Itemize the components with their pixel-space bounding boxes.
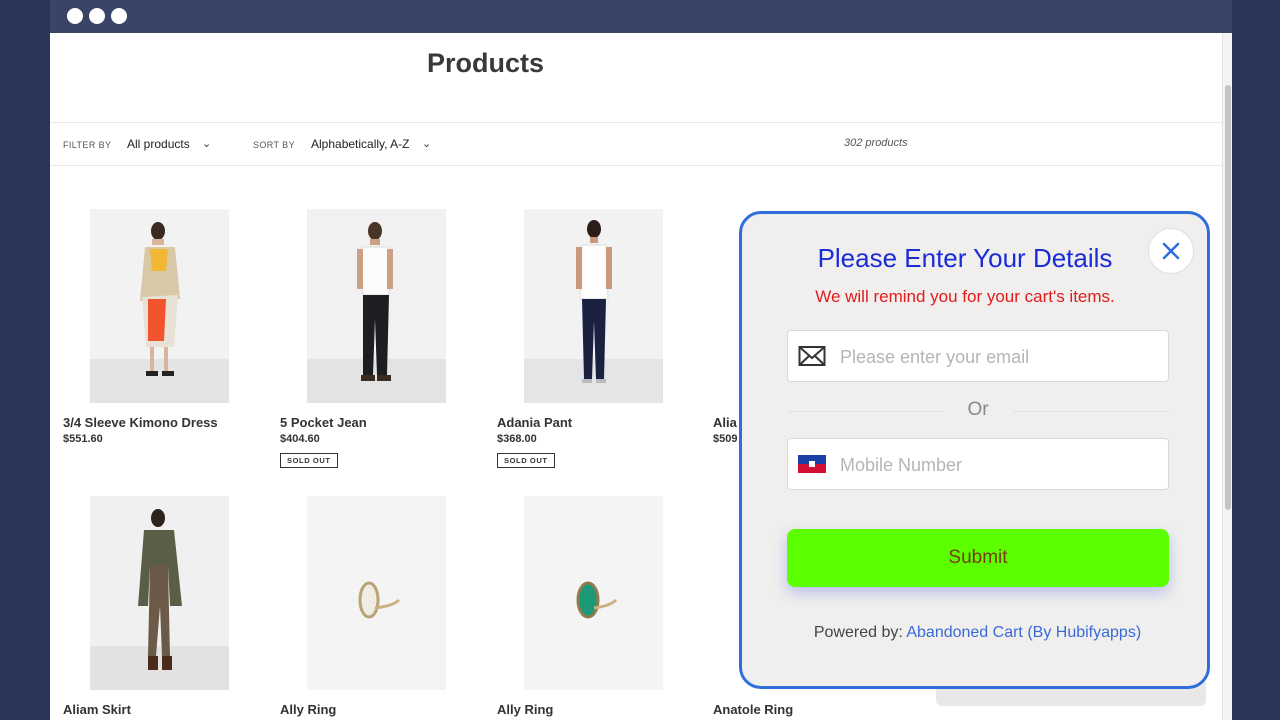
product-image[interactable] (90, 209, 229, 403)
email-field[interactable] (787, 330, 1169, 382)
sold-out-badge: SOLD OUT (280, 453, 338, 468)
product-name[interactable]: Anatole Ring (713, 702, 793, 717)
powered-by-link[interactable]: Abandoned Cart (By Hubifyapps) (906, 624, 1141, 641)
scrollbar[interactable] (1222, 33, 1232, 720)
product-image[interactable] (307, 209, 446, 403)
divider (50, 165, 1222, 166)
product-name[interactable]: Aliam Skirt (63, 702, 131, 717)
product-image[interactable] (90, 496, 229, 690)
product-price: $509 (713, 433, 738, 445)
filter-select[interactable]: All products (127, 137, 190, 151)
product-name[interactable]: Adania Pant (497, 415, 572, 430)
email-input[interactable] (840, 344, 1160, 370)
product-name[interactable]: 5 Pocket Jean (280, 415, 367, 430)
details-popup: Please Enter Your Details We will remind… (739, 211, 1210, 689)
product-name[interactable]: Ally Ring (280, 702, 336, 717)
product-image[interactable] (524, 209, 663, 403)
product-name[interactable]: Alia (713, 415, 737, 430)
title-bar (50, 0, 1232, 33)
submit-button[interactable]: Submit (787, 529, 1169, 587)
product-image[interactable] (307, 496, 446, 690)
product-price: $404.60 (280, 433, 320, 445)
product-price: $551.60 (63, 433, 103, 445)
envelope-icon (798, 346, 826, 366)
window-minimize-dot[interactable] (89, 8, 105, 24)
window-close-dot[interactable] (67, 8, 83, 24)
divider (50, 122, 1222, 123)
sold-out-badge: SOLD OUT (497, 453, 555, 468)
chevron-down-icon[interactable]: ⌄ (202, 137, 211, 150)
popup-title: Please Enter Your Details (817, 243, 1113, 273)
page-title: Products (427, 48, 545, 78)
powered-by: Powered by: Abandoned Cart (By Hubifyapp… (742, 624, 1213, 642)
phone-field[interactable] (787, 438, 1169, 490)
product-name[interactable]: 3/4 Sleeve Kimono Dress (63, 415, 218, 430)
window-maximize-dot[interactable] (111, 8, 127, 24)
or-text: Or (943, 399, 1013, 421)
sort-label: SORT BY (253, 140, 295, 150)
filter-label: FILTER BY (63, 140, 112, 150)
product-image[interactable] (524, 496, 663, 690)
popup-subtitle: We will remind you for your cart's items… (815, 287, 1115, 306)
chevron-down-icon[interactable]: ⌄ (422, 137, 431, 150)
product-price: $368.00 (497, 433, 537, 445)
powered-by-label: Powered by: (813, 624, 903, 641)
sort-select[interactable]: Alphabetically, A-Z (311, 137, 410, 151)
phone-input[interactable] (840, 452, 1160, 478)
scroll-thumb[interactable] (1225, 85, 1231, 510)
product-count: 302 products (844, 137, 908, 149)
haiti-flag-icon[interactable] (798, 455, 826, 473)
product-name[interactable]: Ally Ring (497, 702, 553, 717)
